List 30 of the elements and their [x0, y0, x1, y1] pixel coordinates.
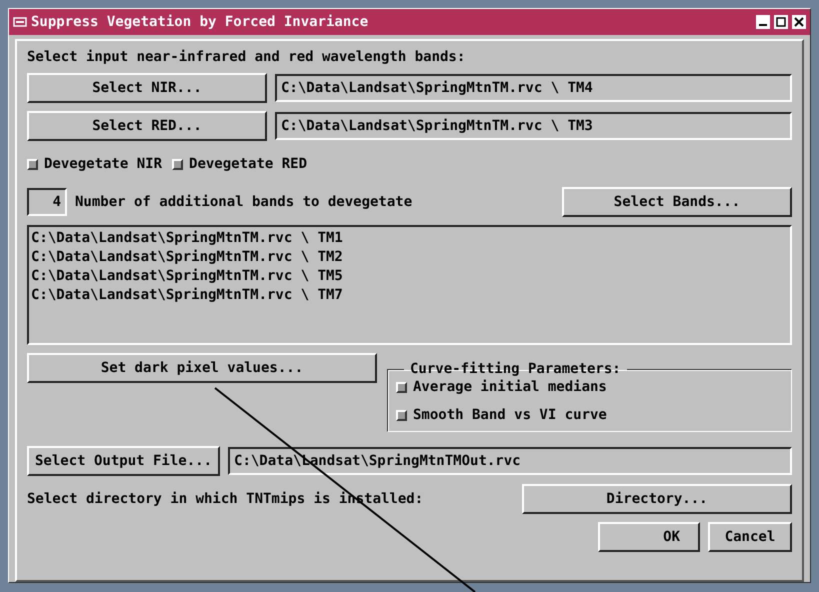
close-icon[interactable]: [794, 17, 804, 27]
checkbox[interactable]: [396, 410, 407, 420]
select-bands-button[interactable]: Select Bands...: [562, 187, 792, 217]
band-list-item[interactable]: C:\Data\Landsat\SpringMtnTM.rvc \ TM2: [31, 248, 788, 267]
directory-button[interactable]: Directory...: [522, 484, 792, 514]
band-list-item[interactable]: C:\Data\Landsat\SpringMtnTM.rvc \ TM7: [31, 286, 788, 305]
maximize-icon[interactable]: [776, 17, 786, 27]
band-list-item[interactable]: C:\Data\Landsat\SpringMtnTM.rvc \ TM1: [31, 229, 788, 248]
checkbox[interactable]: [396, 382, 407, 392]
checkbox[interactable]: [172, 158, 184, 170]
checkbox[interactable]: [27, 158, 38, 170]
select-band-button[interactable]: Select RED...: [27, 111, 267, 141]
checkbox-label: Average initial medians: [413, 379, 607, 395]
dialog-button[interactable]: OK: [598, 522, 700, 552]
dark-pixel-button[interactable]: Set dark pixel values...: [27, 353, 377, 383]
select-output-button[interactable]: Select Output File...: [27, 446, 220, 476]
band-path-field[interactable]: C:\Data\Landsat\SpringMtnTM.rvc \ TM3: [275, 112, 792, 140]
window-menu-icon[interactable]: [13, 17, 27, 27]
checkbox-label: Devegetate NIR: [44, 156, 162, 172]
checkbox-label: Devegetate RED: [189, 156, 308, 172]
select-band-button[interactable]: Select NIR...: [27, 73, 267, 103]
dialog-button[interactable]: Cancel: [708, 522, 792, 552]
window-title: Suppress Vegetation by Forced Invariance: [31, 14, 370, 30]
band-count-label: Number of additional bands to devegetate: [75, 194, 414, 210]
band-count-field[interactable]: 4: [27, 188, 67, 216]
band-list-item[interactable]: C:\Data\Landsat\SpringMtnTM.rvc \ TM5: [31, 267, 788, 286]
instruction-text: Select input near-infrared and red wavelength bands:: [27, 49, 466, 65]
group-title: Curve-fitting Parameters:: [409, 361, 622, 377]
checkbox-label: Smooth Band vs VI curve: [413, 407, 607, 423]
band-path-field[interactable]: C:\Data\Landsat\SpringMtnTM.rvc \ TM4: [275, 74, 792, 102]
